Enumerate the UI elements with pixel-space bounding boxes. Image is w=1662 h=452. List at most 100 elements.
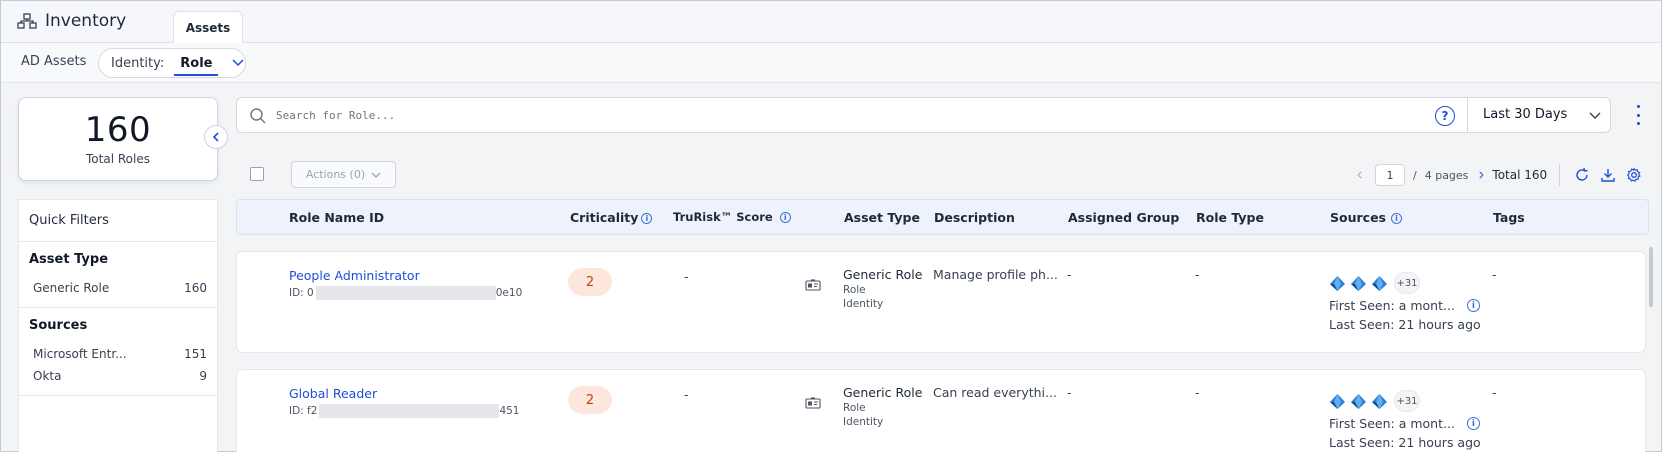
top-bar: Inventory Assets — [1, 1, 1661, 43]
kebab-menu-icon[interactable] — [1635, 105, 1641, 125]
quick-filters-panel: Quick Filters Asset Type Generic Role 16… — [18, 199, 218, 452]
filter-item-count: 9 — [199, 369, 207, 383]
asset-type-main: Generic Role — [843, 385, 923, 400]
search-input[interactable] — [276, 104, 1336, 126]
redacted-id — [319, 404, 500, 418]
column-header-criticality[interactable]: Criticality i — [570, 210, 653, 225]
date-range-select[interactable]: Last 30 Days — [1483, 107, 1567, 122]
column-header-role-name[interactable]: Role Name ID — [289, 210, 384, 225]
select-all-checkbox[interactable] — [250, 167, 264, 181]
app-title: Inventory — [17, 11, 126, 31]
chevron-left-icon — [212, 132, 219, 142]
more-sources-badge[interactable]: +31 — [1394, 390, 1420, 412]
filter-item-microsoft-entra[interactable]: Microsoft Entr... 151 — [29, 343, 207, 365]
filter-section-asset-type: Asset Type Generic Role 160 — [19, 242, 217, 308]
help-circle-icon[interactable]: ? — [1435, 106, 1455, 126]
assigned-group-cell: - — [1067, 385, 1072, 400]
refresh-icon[interactable] — [1574, 167, 1590, 183]
identity-selector[interactable]: Identity: Role — [98, 48, 246, 78]
azure-entra-icon — [1330, 275, 1345, 291]
azure-entra-icon — [1372, 393, 1387, 409]
id-card-icon — [805, 397, 821, 409]
role-name-cell: People Administrator ID: 0 0e10 — [289, 268, 522, 300]
first-seen-text: First Seen: a mont... — [1329, 298, 1455, 313]
column-label: Tags — [1493, 210, 1525, 225]
filter-item-count: 151 — [184, 347, 207, 361]
table-scrollbar[interactable] — [1649, 247, 1653, 307]
filter-section-title: Asset Type — [29, 252, 109, 267]
table-row[interactable]: People Administrator ID: 0 0e10 2 - Gener… — [236, 251, 1646, 353]
filter-item-generic-role[interactable]: Generic Role 160 — [29, 277, 207, 299]
chevron-down-icon — [371, 172, 381, 178]
actions-label: Actions (0) — [305, 168, 366, 181]
azure-entra-icon — [1351, 393, 1366, 409]
column-label: Assigned Group — [1068, 210, 1180, 225]
collapse-sidebar-button[interactable] — [204, 125, 228, 149]
criticality-badge: 2 — [568, 268, 612, 296]
gear-icon[interactable] — [1626, 167, 1642, 183]
role-type-cell: - — [1195, 267, 1200, 282]
info-icon[interactable]: i — [779, 212, 791, 223]
tags-cell: - — [1492, 267, 1497, 282]
sources-cell: +31 First Seen: a mont... i Last Seen: 21… — [1329, 390, 1481, 450]
page-number-input[interactable]: 1 — [1375, 164, 1405, 186]
info-icon[interactable]: i — [1466, 299, 1480, 312]
role-id-suffix: 0e10 — [495, 287, 523, 299]
column-header-role-type[interactable]: Role Type — [1196, 210, 1264, 225]
azure-entra-icon — [1372, 275, 1387, 291]
column-header-description[interactable]: Description — [934, 210, 1015, 225]
filter-item-label: Okta — [33, 369, 62, 383]
info-icon[interactable]: i — [1390, 213, 1402, 224]
chevron-down-icon[interactable] — [1589, 112, 1601, 120]
column-label: Criticality — [570, 210, 639, 225]
filter-item-label: Microsoft Entr... — [33, 347, 127, 361]
info-icon[interactable]: i — [641, 213, 653, 224]
ad-assets-label[interactable]: AD Assets — [21, 54, 86, 69]
asset-type-cell: Generic Role Role Identity — [843, 267, 922, 310]
role-name-link[interactable]: People Administrator — [289, 268, 522, 283]
redacted-id — [315, 286, 496, 300]
chevron-down-icon — [232, 59, 245, 67]
role-name-cell: Global Reader ID: f2 451 — [289, 386, 519, 418]
asset-type-cell: Generic Role Role Identity — [843, 385, 922, 428]
actions-button[interactable]: Actions (0) — [291, 161, 396, 188]
filter-section-title: Sources — [29, 318, 88, 333]
column-header-trurisk[interactable]: TruRisk™ Score i — [673, 210, 791, 224]
pagination: 1 / 4 pages Total 160 — [1355, 163, 1642, 187]
total-roles-card: 160 Total Roles — [18, 97, 218, 181]
more-sources-badge[interactable]: +31 — [1394, 272, 1420, 294]
role-type-cell: - — [1195, 385, 1200, 400]
total-roles-count: 160 — [84, 110, 152, 150]
azure-entra-icon — [1330, 393, 1345, 409]
asset-type-sub: Identity — [843, 298, 884, 310]
last-seen-text: Last Seen: 21 hours ago — [1329, 435, 1481, 450]
asset-type-sub: Identity — [843, 416, 884, 428]
search-icon — [250, 108, 266, 124]
chevron-left-icon[interactable] — [1355, 167, 1365, 183]
column-header-assigned-group[interactable]: Assigned Group — [1068, 210, 1179, 225]
tags-cell: - — [1492, 385, 1497, 400]
last-seen: Last Seen: 21 hours ago — [1329, 317, 1481, 332]
filter-item-okta[interactable]: Okta 9 — [29, 365, 207, 387]
column-label: TruRisk™ Score — [673, 210, 773, 224]
page-total: 4 pages — [1424, 168, 1469, 182]
column-header-sources[interactable]: Sources i — [1330, 210, 1402, 225]
download-icon[interactable] — [1600, 167, 1616, 183]
filter-section-sources: Sources Microsoft Entr... 151 Okta 9 — [19, 308, 217, 396]
app-title-text: Inventory — [45, 11, 127, 31]
chevron-right-icon[interactable] — [1476, 167, 1486, 183]
column-label: Description — [934, 210, 1015, 225]
role-id: ID: 0 0e10 — [289, 286, 522, 300]
column-header-tags[interactable]: Tags — [1493, 210, 1525, 225]
info-icon[interactable]: i — [1466, 417, 1480, 430]
asset-type-sub: Role — [843, 284, 866, 296]
tab-assets[interactable]: Assets — [173, 11, 243, 43]
table-row[interactable]: Global Reader ID: f2 451 2 - Generic Role… — [236, 369, 1646, 452]
description-cell: Can read everythi... — [933, 385, 1057, 400]
role-name-link[interactable]: Global Reader — [289, 386, 519, 401]
column-label: Role Type — [1196, 210, 1264, 225]
trurisk-score: - — [684, 387, 689, 402]
column-header-asset-type[interactable]: Asset Type — [844, 210, 920, 225]
sub-bar: AD Assets Identity: Role — [1, 43, 1661, 83]
total-count: Total 160 — [1492, 168, 1548, 182]
